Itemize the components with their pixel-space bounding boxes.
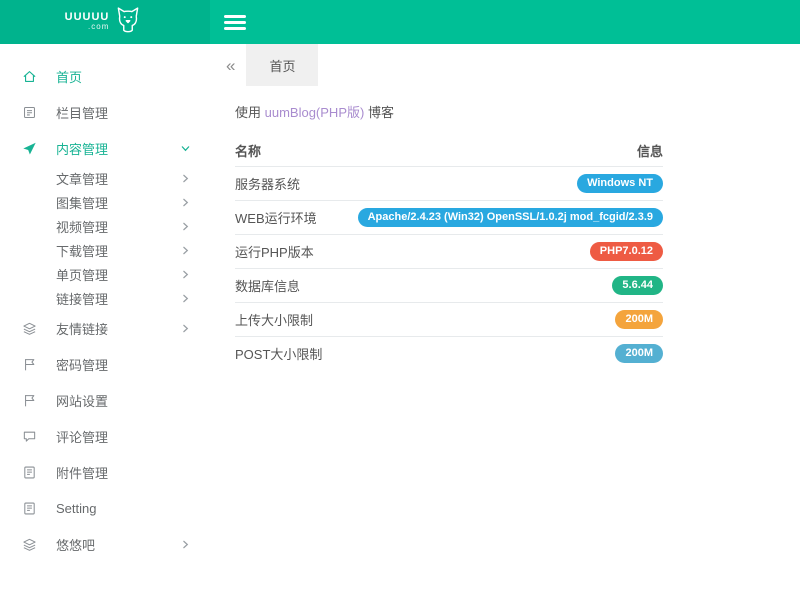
sidebar-subitem-6[interactable]: 下载管理 <box>0 238 210 262</box>
status-badge: 200M <box>615 310 663 329</box>
uumblog-link[interactable]: uumBlog(PHP版) <box>265 105 365 120</box>
file-icon <box>22 501 37 516</box>
sidebar-item-label: 附件管理 <box>56 463 108 482</box>
sidebar-item-label: 栏目管理 <box>56 103 108 122</box>
cat-mascot-icon <box>111 3 145 42</box>
sidebar-item-11[interactable]: 网站设置 <box>0 382 210 418</box>
table-row: WEB运行环境 Apache/2.4.23 (Win32) OpenSSL/1.0… <box>235 201 663 235</box>
tab-strip: « 首页 <box>210 44 800 86</box>
tab-home[interactable]: 首页 <box>246 44 318 86</box>
sidebar-item-label: 下载管理 <box>56 241 108 260</box>
sidebar-item-2[interactable]: 内容管理 <box>0 130 210 166</box>
table-row: 服务器系统 Windows NT <box>235 167 663 201</box>
sidebar-item-label: 视频管理 <box>56 217 108 236</box>
chevron-down-icon <box>181 144 190 153</box>
main-content: « 首页 使用 uumBlog(PHP版) 博客 名称 信息 服务器系统 Wind… <box>210 44 800 602</box>
comment-icon <box>22 429 37 444</box>
sidebar-item-label: 单页管理 <box>56 265 108 284</box>
flag-icon <box>22 357 37 372</box>
sidebar-item-label: 链接管理 <box>56 289 108 308</box>
sidebar-item-label: 首页 <box>56 67 82 86</box>
table-row: POST大小限制 200M <box>235 337 663 371</box>
flag-icon <box>22 393 37 408</box>
top-bar-right <box>210 0 800 44</box>
sidebar-item-label: 文章管理 <box>56 169 108 188</box>
sidebar-item-label: Setting <box>56 501 96 516</box>
column-header-name: 名称 <box>235 138 330 167</box>
sidebar-item-label: 友情链接 <box>56 319 108 338</box>
sidebar-item-label: 网站设置 <box>56 391 108 410</box>
top-bar: UUUUU .com <box>0 0 800 44</box>
dashboard-page: 使用 uumBlog(PHP版) 博客 名称 信息 服务器系统 Windows N… <box>210 86 800 370</box>
file-icon <box>22 465 37 480</box>
table-row: 数据库信息 5.6.44 <box>235 269 663 303</box>
sidebar-item-label: 密码管理 <box>56 355 108 374</box>
sidebar-item-label: 悠悠吧 <box>56 535 95 554</box>
sidebar-item-14[interactable]: Setting <box>0 490 210 526</box>
sidebar-subitem-8[interactable]: 链接管理 <box>0 286 210 310</box>
chevron-right-icon <box>181 198 190 207</box>
sidebar-item-1[interactable]: 栏目管理 <box>0 94 210 130</box>
row-name: 上传大小限制 <box>235 303 330 337</box>
chevron-right-icon <box>181 294 190 303</box>
row-name: POST大小限制 <box>235 337 330 371</box>
sidebar-nav: 首页栏目管理内容管理文章管理图集管理视频管理下载管理单页管理链接管理友情链接密码… <box>0 44 210 602</box>
sidebar-item-0[interactable]: 首页 <box>0 58 210 94</box>
row-name: WEB运行环境 <box>235 201 330 235</box>
chevron-right-icon <box>181 246 190 255</box>
intro-prefix: 使用 <box>235 105 265 120</box>
status-badge: PHP7.0.12 <box>590 242 663 261</box>
collapse-tabs-icon[interactable]: « <box>224 53 237 78</box>
layers-icon <box>22 321 37 336</box>
sidebar-subitem-5[interactable]: 视频管理 <box>0 214 210 238</box>
sidebar-item-10[interactable]: 密码管理 <box>0 346 210 382</box>
logo-text: UUUUU .com <box>65 12 110 32</box>
chevron-right-icon <box>181 540 190 549</box>
sidebar-subitem-3[interactable]: 文章管理 <box>0 166 210 190</box>
status-badge: 200M <box>615 344 663 363</box>
chevron-right-icon <box>181 270 190 279</box>
sidebar-subitem-7[interactable]: 单页管理 <box>0 262 210 286</box>
sidebar-item-label: 评论管理 <box>56 427 108 446</box>
table-row: 运行PHP版本 PHP7.0.12 <box>235 235 663 269</box>
sidebar-item-9[interactable]: 友情链接 <box>0 310 210 346</box>
sidebar-item-15[interactable]: 悠悠吧 <box>0 526 210 562</box>
intro-suffix: 博客 <box>364 105 394 120</box>
row-name: 数据库信息 <box>235 269 330 303</box>
status-badge: 5.6.44 <box>612 276 663 295</box>
status-badge: Windows NT <box>577 174 663 193</box>
chevron-right-icon <box>181 222 190 231</box>
sidebar-subitem-4[interactable]: 图集管理 <box>0 190 210 214</box>
intro-text: 使用 uumBlog(PHP版) 博客 <box>235 104 775 122</box>
sidebar-item-label: 内容管理 <box>56 139 108 158</box>
row-name: 运行PHP版本 <box>235 235 330 269</box>
row-name: 服务器系统 <box>235 167 330 201</box>
column-header-info: 信息 <box>330 138 663 167</box>
chevron-right-icon <box>181 174 190 183</box>
server-info-table: 名称 信息 服务器系统 Windows NT WEB运行环境 Apache/2.4.2… <box>235 138 663 370</box>
form-icon <box>22 105 37 120</box>
app-logo[interactable]: UUUUU .com <box>0 0 210 44</box>
chevron-right-icon <box>181 324 190 333</box>
sidebar-item-label: 图集管理 <box>56 193 108 212</box>
status-badge: Apache/2.4.23 (Win32) OpenSSL/1.0.2j mod… <box>358 208 663 227</box>
menu-toggle-button[interactable] <box>224 7 258 37</box>
home-icon <box>22 69 37 84</box>
table-row: 上传大小限制 200M <box>235 303 663 337</box>
layers-icon <box>22 537 37 552</box>
sidebar-item-13[interactable]: 附件管理 <box>0 454 210 490</box>
send-icon <box>22 141 37 156</box>
sidebar-item-12[interactable]: 评论管理 <box>0 418 210 454</box>
